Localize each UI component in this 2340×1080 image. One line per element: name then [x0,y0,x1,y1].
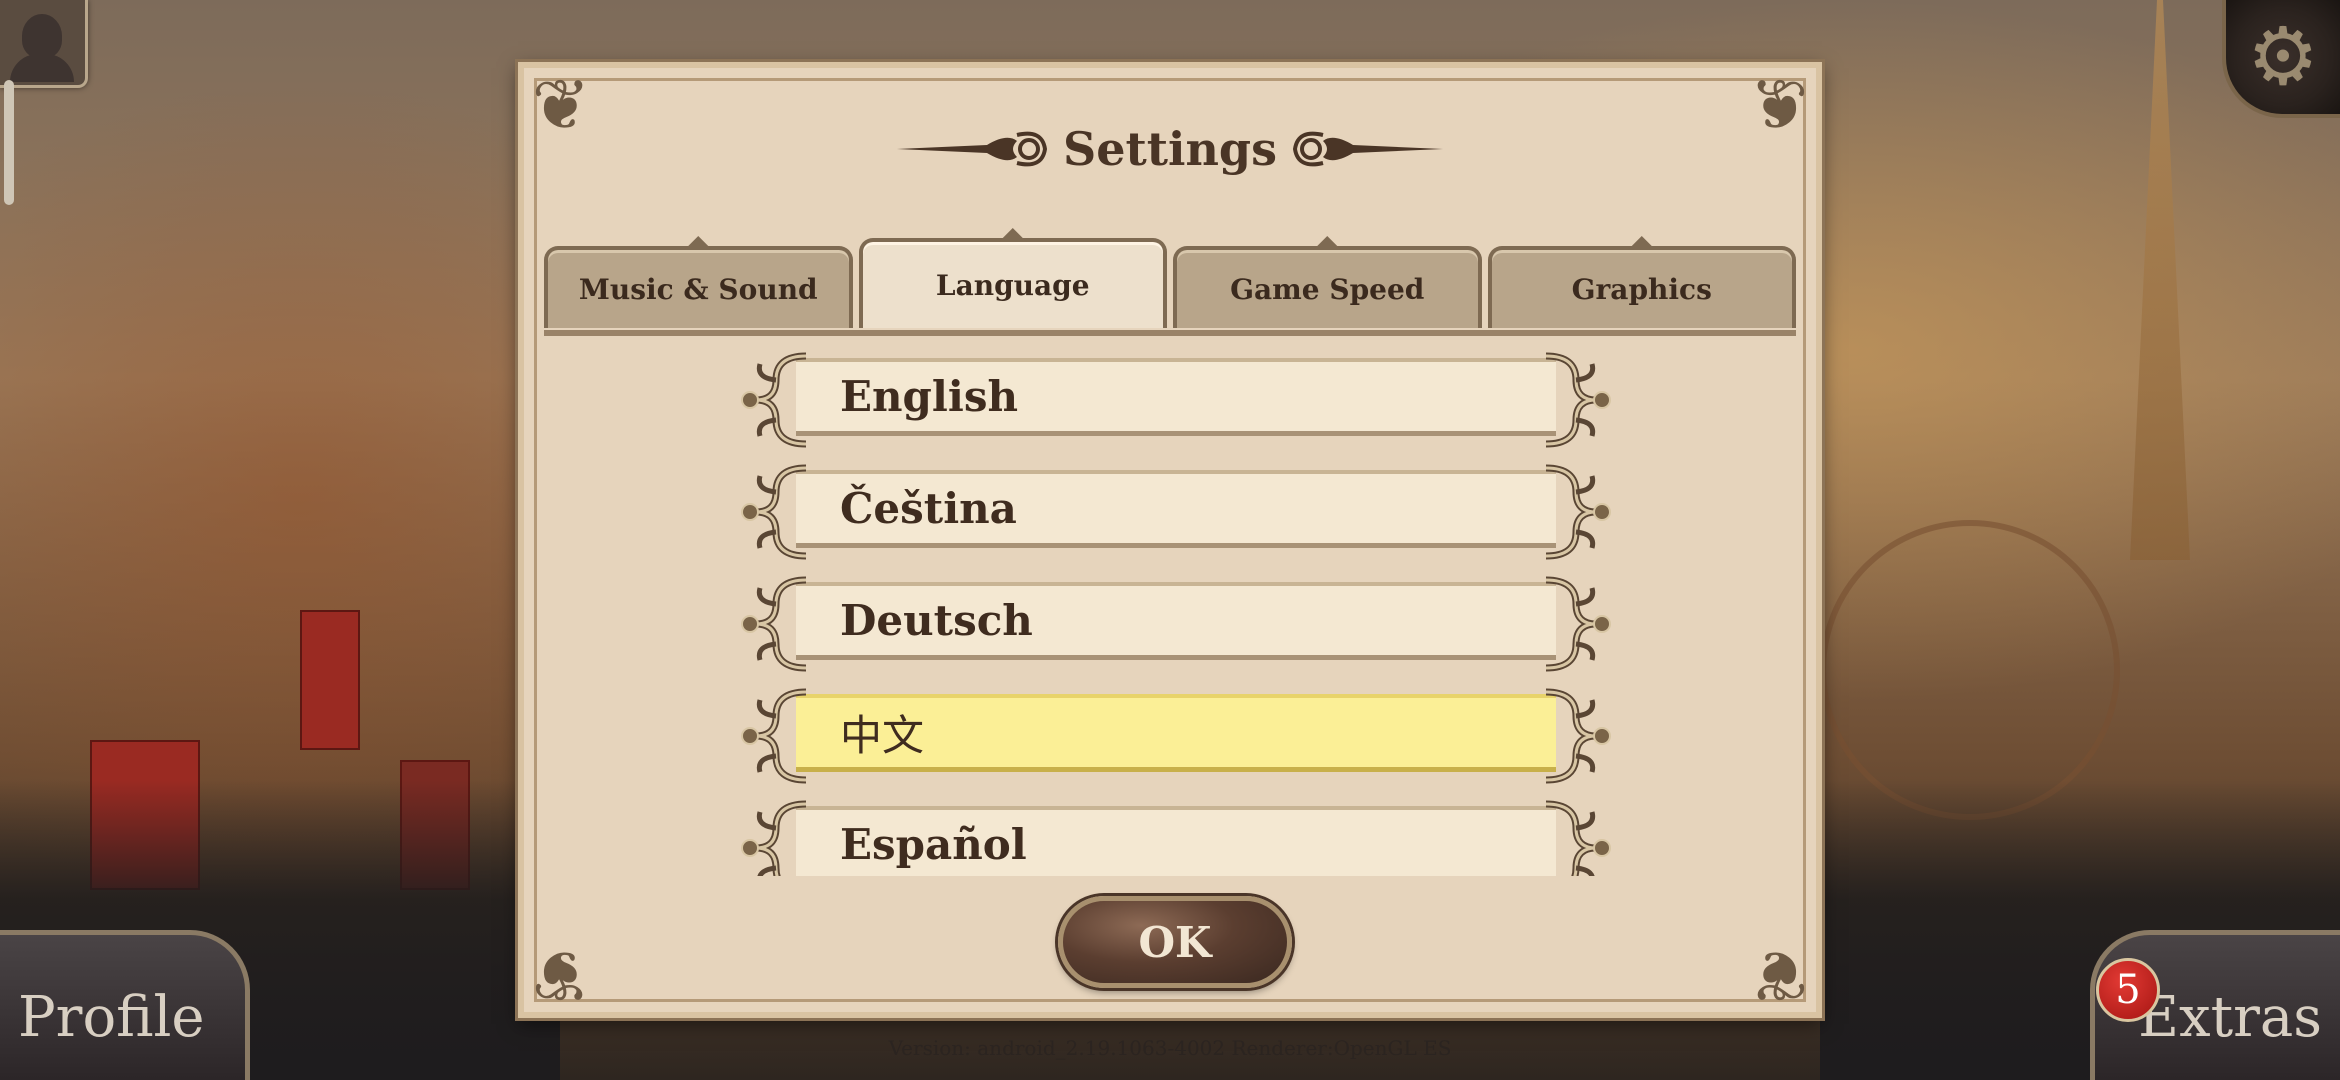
tabs-divider [544,330,1796,336]
tab-music-sound[interactable]: Music & Sound [544,236,853,328]
scroll-ornament-icon [736,686,822,786]
flourish-left-icon [897,131,1048,167]
tab-graphics[interactable]: Graphics [1487,236,1796,328]
flourish-right-icon [1292,131,1443,167]
tab-game-speed[interactable]: Game Speed [1173,236,1482,328]
language-option-cestina[interactable]: Čeština [736,462,1616,560]
ok-label: OK [1138,917,1212,967]
scroll-ornament-icon [1530,574,1616,674]
language-option-chinese[interactable]: 中文 [736,686,1616,784]
scroll-ornament-icon [736,462,822,562]
tab-label: Music & Sound [578,272,818,306]
scroll-ornament-icon [1530,798,1616,876]
language-label: 中文 [840,711,925,760]
language-option-espanol[interactable]: Español [736,798,1616,876]
player-avatar[interactable] [0,0,88,88]
tab-label: Game Speed [1230,272,1425,306]
corner-ornament-icon: ❦ [531,934,591,1016]
side-scrollbar [4,80,14,205]
dialog-title: Settings [1063,122,1277,176]
settings-gear-button[interactable]: ⚙ [2222,0,2340,118]
settings-dialog: ❦ ❦ ❦ ❦ Settings Music & Sound Language … [518,62,1822,1018]
scroll-ornament-icon [736,574,822,674]
language-label: English [840,372,1019,421]
scroll-ornament-icon [736,798,822,876]
version-text: Version: android_2.19.1063-4002 Renderer… [888,1036,1452,1060]
language-label: Español [840,820,1027,869]
language-label: Čeština [840,484,1017,533]
language-option-english[interactable]: English [736,350,1616,448]
language-label: Deutsch [840,596,1033,645]
extras-count-badge: 5 [2096,958,2160,1022]
corner-ornament-icon: ❦ [1749,934,1809,1016]
settings-tabs: Music & Sound Language Game Speed Graphi… [544,228,1796,332]
scroll-ornament-icon [736,350,822,450]
ok-button[interactable]: OK [1058,896,1292,988]
scroll-ornament-icon [1530,350,1616,450]
tab-label: Graphics [1571,272,1712,306]
tab-label: Language [935,268,1090,302]
dialog-header: Settings [524,114,1816,184]
language-option-deutsch[interactable]: Deutsch [736,574,1616,672]
gear-icon: ⚙ [2247,10,2319,103]
scroll-ornament-icon [1530,462,1616,562]
tab-language[interactable]: Language [858,228,1167,328]
language-list[interactable]: English Čeština Deutsch 中文 Español [736,350,1616,876]
scroll-ornament-icon [1530,686,1616,786]
